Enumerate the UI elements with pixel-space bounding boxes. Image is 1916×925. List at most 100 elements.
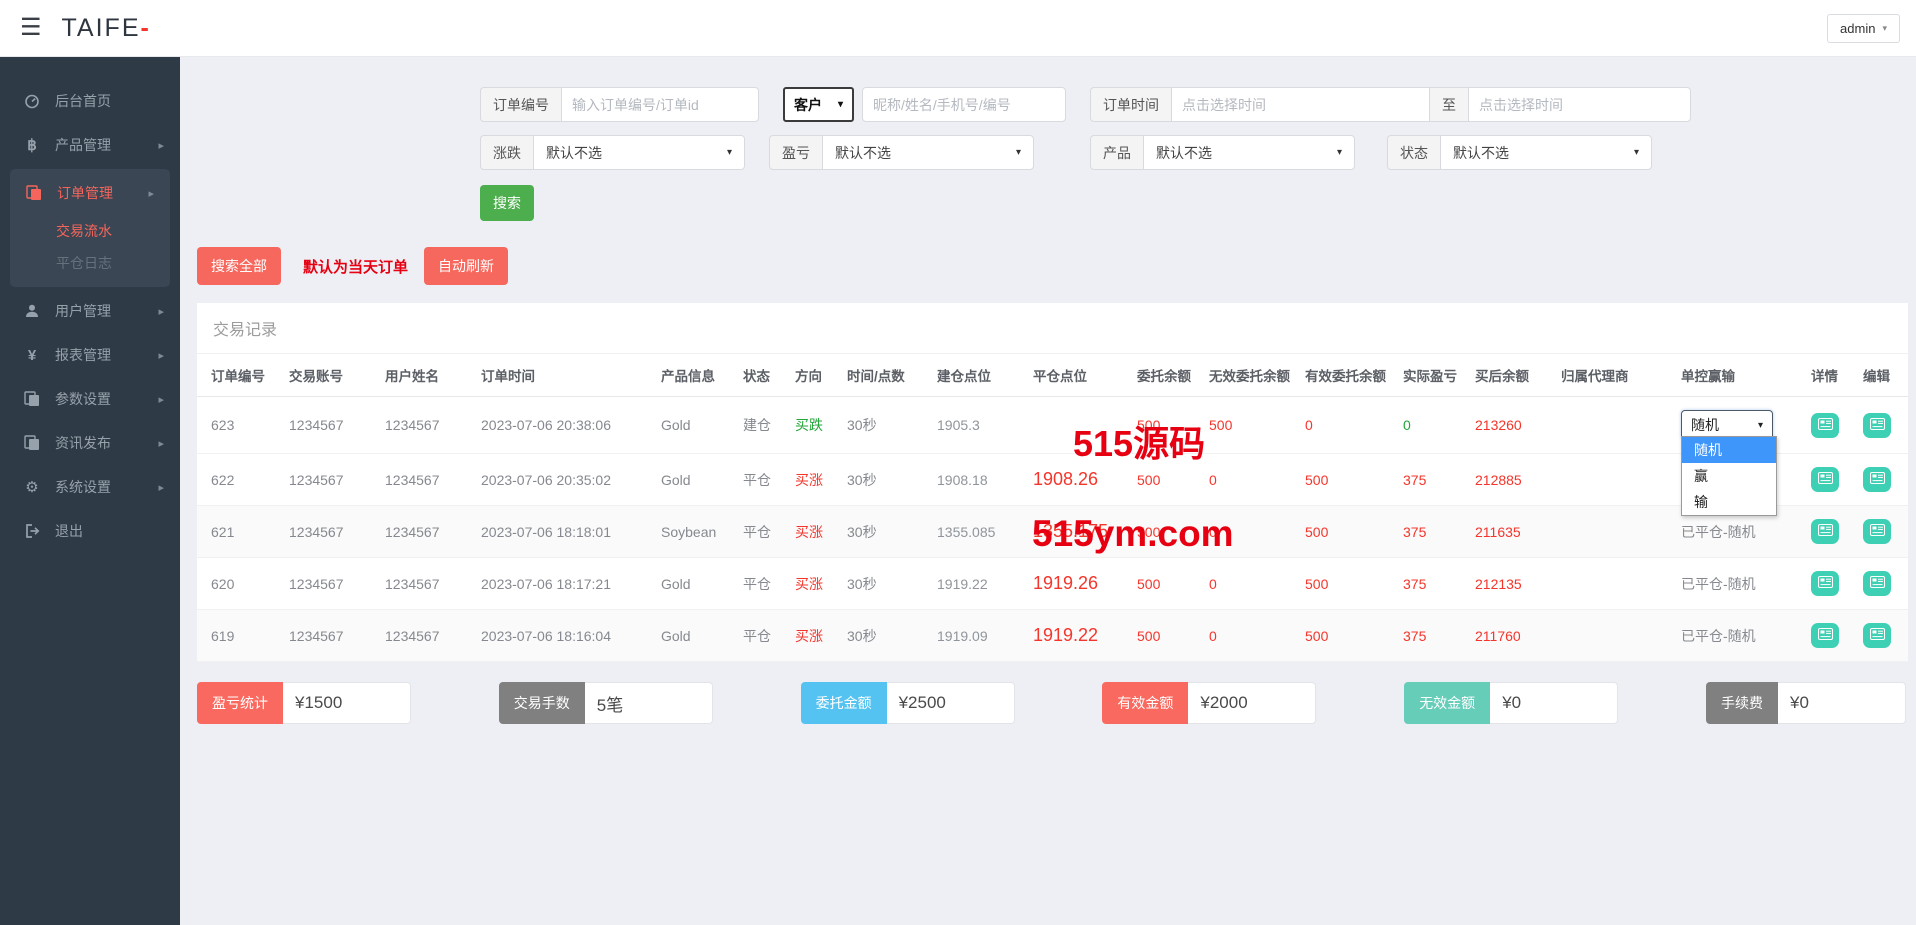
column-header: 单控赢输 xyxy=(1675,354,1805,397)
rise-fall-select[interactable]: 默认不选▾ xyxy=(533,135,745,170)
cell-order-time: 2023-07-06 18:17:21 xyxy=(475,558,655,610)
column-header: 无效委托余额 xyxy=(1203,354,1299,397)
cell-edit xyxy=(1857,454,1908,506)
column-header: 状态 xyxy=(737,354,789,397)
dropdown-option[interactable]: 随机 xyxy=(1682,437,1776,463)
column-header: 产品信息 xyxy=(655,354,737,397)
admin-user-dropdown[interactable]: admin ▾ xyxy=(1827,14,1900,43)
details-button[interactable] xyxy=(1811,519,1839,544)
chevron-down-icon: ▾ xyxy=(1016,147,1021,158)
trade-records-card: 交易记录 订单编号交易账号用户姓名订单时间产品信息状态方向时间/点数建仓点位平仓… xyxy=(197,303,1908,662)
dropdown-option[interactable]: 输 xyxy=(1682,489,1776,515)
user-icon xyxy=(22,303,42,319)
edit-button[interactable] xyxy=(1863,571,1891,596)
time-to-label: 至 xyxy=(1429,87,1469,122)
cell-direction: 买涨 xyxy=(789,454,841,506)
details-button[interactable] xyxy=(1811,413,1839,438)
cell-direction: 买跌 xyxy=(789,397,841,454)
sidebar-item-params[interactable]: 参数设置▸ xyxy=(0,377,180,421)
cell-details xyxy=(1805,610,1857,662)
dashboard-icon xyxy=(22,93,42,109)
sidebar-item-orders[interactable]: 订单管理▸ xyxy=(10,171,170,215)
cell-close-point: 1919.26 xyxy=(1027,558,1131,610)
profit-value: 默认不选 xyxy=(835,143,891,163)
edit-button[interactable] xyxy=(1863,519,1891,544)
yen-icon: ¥ xyxy=(22,347,42,364)
main-content: 订单编号 客户 ▾ 订单时间 至 xyxy=(180,57,1916,925)
edit-button[interactable] xyxy=(1863,467,1891,492)
sidebar-item-label: 退出 xyxy=(55,521,83,541)
cell-win-control: 随机▾随机赢输 xyxy=(1675,397,1805,454)
column-header: 平仓点位 xyxy=(1027,354,1131,397)
status-select[interactable]: 默认不选▾ xyxy=(1440,135,1652,170)
sidebar-item-label: 后台首页 xyxy=(55,91,111,111)
chevron-down-icon: ▾ xyxy=(838,99,843,110)
cell-valid-entrust: 500 xyxy=(1299,610,1397,662)
table-row: 620123456712345672023-07-06 18:17:21Gold… xyxy=(197,558,1908,610)
time-from-input[interactable] xyxy=(1171,87,1429,122)
table-row: 619123456712345672023-07-06 18:16:04Gold… xyxy=(197,610,1908,662)
cell-status: 平仓 xyxy=(737,454,789,506)
cell-details xyxy=(1805,558,1857,610)
detail-card-icon xyxy=(1870,524,1885,539)
cell-entrust-balance: 500 xyxy=(1131,506,1203,558)
cell-direction: 买涨 xyxy=(789,558,841,610)
column-header: 编辑 xyxy=(1857,354,1908,397)
customer-filter-group: 客户 ▾ xyxy=(783,87,1066,122)
sidebar-item-news[interactable]: 资讯发布▸ xyxy=(0,421,180,465)
cell-balance-after: 212885 xyxy=(1469,454,1555,506)
cell-entrust-balance: 500 xyxy=(1131,397,1203,454)
sidebar-subitem[interactable]: 平仓日志 xyxy=(10,247,170,279)
detail-card-icon xyxy=(1818,628,1833,643)
cell-valid-entrust: 0 xyxy=(1299,397,1397,454)
cell-profit: 375 xyxy=(1397,454,1469,506)
sidebar-subitem[interactable]: 交易流水 xyxy=(10,215,170,247)
edit-button[interactable] xyxy=(1863,623,1891,648)
sidebar-item-bitcoin[interactable]: ฿产品管理▸ xyxy=(0,123,180,167)
cell-valid-entrust: 500 xyxy=(1299,558,1397,610)
cell-close-point: 1908.26 xyxy=(1027,454,1131,506)
details-button[interactable] xyxy=(1811,467,1839,492)
toolbar: 搜索全部 默认为当天订单 自动刷新 xyxy=(197,247,1908,285)
sidebar-item-user[interactable]: 用户管理▸ xyxy=(0,289,180,333)
status-filter-group: 状态 默认不选▾ xyxy=(1387,135,1652,170)
column-header: 订单时间 xyxy=(475,354,655,397)
product-select[interactable]: 默认不选▾ xyxy=(1143,135,1355,170)
search-button[interactable]: 搜索 xyxy=(480,185,534,221)
dropdown-option[interactable]: 赢 xyxy=(1682,463,1776,489)
cell-open-point: 1905.3 xyxy=(931,397,1027,454)
time-to-input[interactable] xyxy=(1469,87,1691,122)
column-header: 用户姓名 xyxy=(379,354,475,397)
sidebar-item-label: 产品管理 xyxy=(55,135,111,155)
cell-open-point: 1919.09 xyxy=(931,610,1027,662)
edit-button[interactable] xyxy=(1863,413,1891,438)
cell-win-control: 已平仓-随机 xyxy=(1675,558,1805,610)
order-no-input[interactable] xyxy=(561,87,759,122)
cell-duration: 30秒 xyxy=(841,454,931,506)
sidebar-item-yen[interactable]: ¥ 报表管理 ▸ xyxy=(0,333,180,377)
summary-bar: 盈亏统计¥1500交易手数5笔委托金额¥2500有效金额¥2000无效金额¥0手… xyxy=(197,682,1908,724)
summary-group: 手续费¥0 xyxy=(1706,682,1906,724)
search-all-button[interactable]: 搜索全部 xyxy=(197,247,281,285)
details-button[interactable] xyxy=(1811,571,1839,596)
sidebar-item-gears[interactable]: ⚙系统设置▸ xyxy=(0,465,180,509)
profit-select[interactable]: 默认不选 ▾ xyxy=(822,135,1034,170)
logo-text: TAIFE xyxy=(62,14,141,42)
hamburger-menu-icon[interactable]: ☰ xyxy=(20,16,42,40)
auto-refresh-button[interactable]: 自动刷新 xyxy=(424,247,508,285)
cell-details xyxy=(1805,454,1857,506)
cell-entrust-balance: 500 xyxy=(1131,558,1203,610)
sidebar-item-label: 报表管理 xyxy=(55,345,111,365)
summary-group: 无效金额¥0 xyxy=(1404,682,1618,724)
summary-label: 无效金额 xyxy=(1404,682,1490,724)
sidebar-item-dashboard[interactable]: 后台首页 xyxy=(0,79,180,123)
status-label: 状态 xyxy=(1387,135,1440,170)
customer-search-input[interactable] xyxy=(862,87,1066,122)
cell-valid-entrust: 500 xyxy=(1299,506,1397,558)
customer-type-select[interactable]: 客户 ▾ xyxy=(783,87,854,122)
cell-order-time: 2023-07-06 20:38:06 xyxy=(475,397,655,454)
chevron-right-icon: ▸ xyxy=(158,437,164,450)
details-button[interactable] xyxy=(1811,623,1839,648)
sidebar-item-logout[interactable]: 退出 xyxy=(0,509,180,553)
chevron-right-icon: ▸ xyxy=(158,349,164,362)
